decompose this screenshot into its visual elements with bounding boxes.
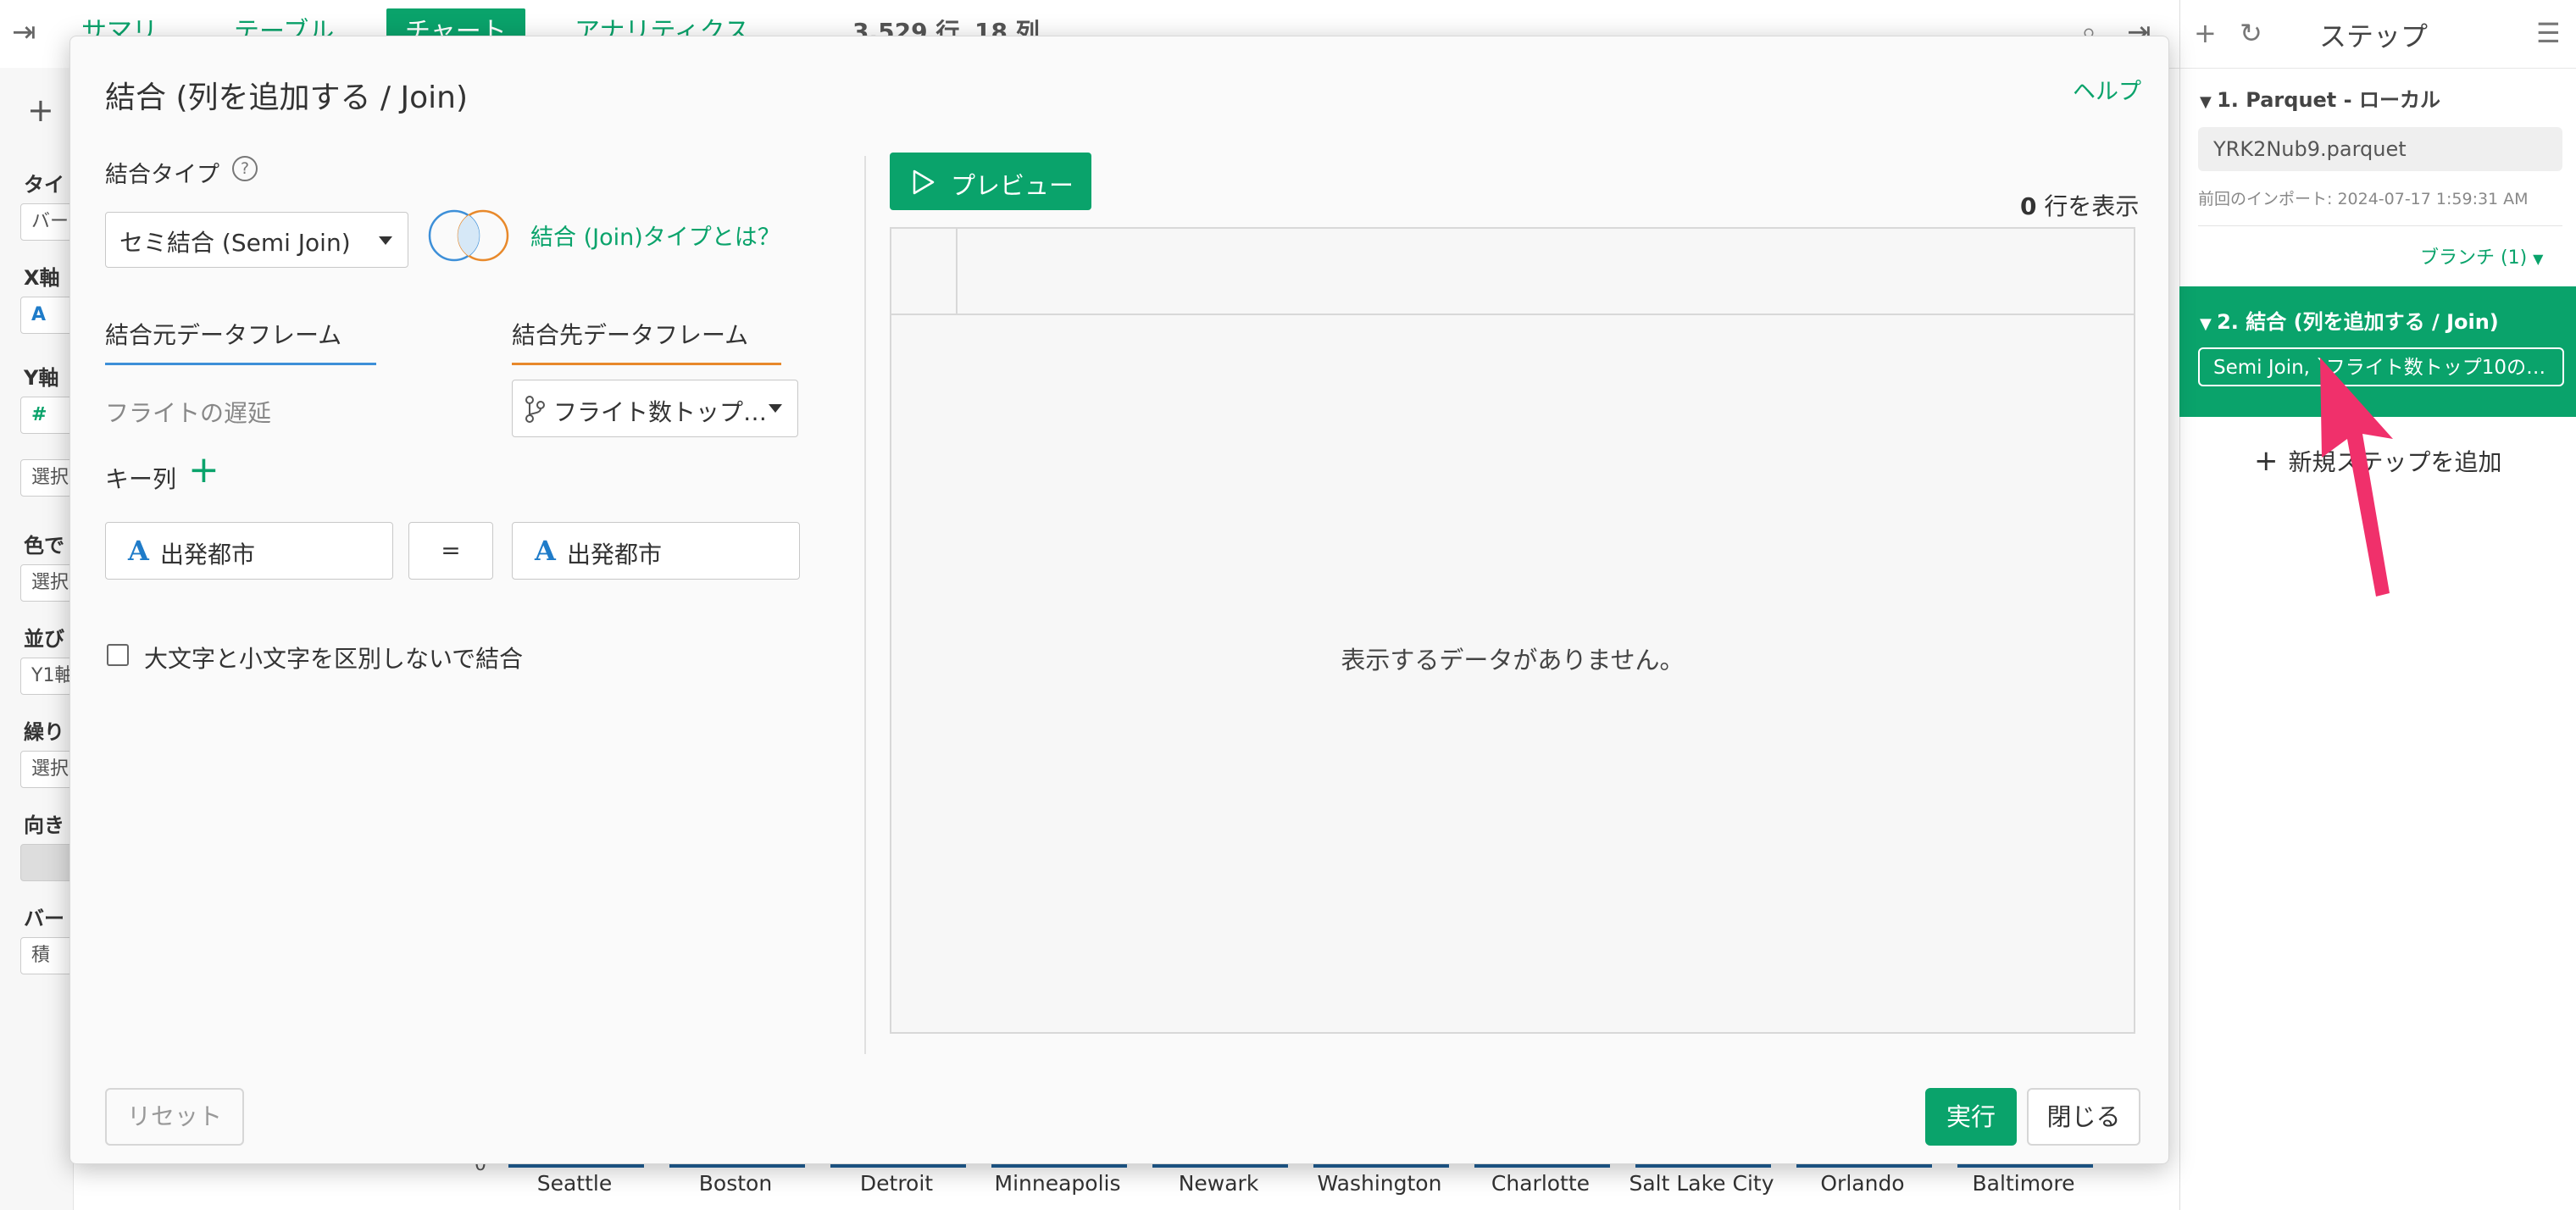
step-1-file[interactable]: YRK2Nub9.parquet: [2198, 127, 2562, 171]
table-header-divider: [956, 229, 958, 314]
branch-link[interactable]: ブランチ (1) ▼: [2420, 242, 2543, 269]
dialog-title: 結合 (列を追加する / Join): [105, 80, 469, 115]
collapse-caret-icon: ▼: [2200, 315, 2218, 333]
chevron-down-icon: [379, 236, 392, 245]
key-columns-label: キー列: [105, 465, 177, 493]
chevron-down-icon: [769, 404, 782, 413]
steps-title: ステップ: [2319, 20, 2429, 53]
settings-sliders-icon[interactable]: ☰: [2536, 17, 2561, 49]
key-operator-select[interactable]: =: [408, 522, 493, 580]
case-insensitive-checkbox[interactable]: [107, 644, 129, 666]
preview-button[interactable]: プレビュー: [890, 153, 1091, 210]
reset-button[interactable]: リセット: [105, 1088, 244, 1146]
help-question-icon[interactable]: ?: [232, 156, 258, 181]
tab-target-dataframe[interactable]: 結合先データフレーム: [512, 317, 781, 365]
join-type-label: 結合タイプ: [105, 162, 219, 188]
step-1-import-time: 前回のインポート: 2024-07-17 1:59:31 AM: [2198, 190, 2529, 208]
step-1-title[interactable]: ▼ 1. Parquet - ローカル: [2200, 83, 2440, 113]
help-link[interactable]: ヘルプ: [2073, 73, 2141, 106]
branch-label: ブランチ (1): [2420, 247, 2528, 269]
target-dataframe-select[interactable]: フライト数トップ…: [512, 380, 798, 437]
no-data-message: 表示するデータがありません。: [1341, 646, 1685, 674]
table-header-row: [891, 229, 2134, 315]
target-key-select[interactable]: A 出発都市: [512, 522, 800, 580]
preview-button-label: プレビュー: [951, 171, 1074, 200]
source-key-value: 出発都市: [160, 541, 256, 569]
branch-icon: [525, 396, 545, 423]
step-1-title-text: 1. Parquet - ローカル: [2217, 88, 2440, 112]
join-type-help-link[interactable]: 結合 (Join)タイプとは？: [530, 219, 780, 252]
divider: [2198, 225, 2562, 226]
tab-source-dataframe[interactable]: 結合元データフレーム: [105, 317, 376, 365]
annotation-arrow-icon: [2320, 358, 2393, 597]
add-key-icon[interactable]: +: [188, 449, 219, 491]
close-button[interactable]: 閉じる: [2027, 1088, 2140, 1146]
preview-table: [890, 227, 2135, 1034]
divider: [864, 156, 866, 1054]
source-key-select[interactable]: A 出発都市: [105, 522, 393, 580]
target-dataframe-value: フライト数トップ…: [553, 398, 768, 426]
plus-icon: +: [2254, 444, 2279, 478]
row-count-number: 0: [2020, 192, 2037, 220]
case-insensitive-label[interactable]: 大文字と小文字を区別しないで結合: [144, 641, 523, 674]
venn-diagram-icon: [428, 209, 509, 262]
add-step-icon[interactable]: +: [2194, 17, 2217, 49]
step-2-title-text: 2. 結合 (列を追加する / Join): [2217, 310, 2499, 334]
row-count-suffix: 行を表示: [2036, 192, 2140, 220]
string-type-icon: A: [128, 535, 149, 567]
join-type-value: セミ結合 (Semi Join): [119, 229, 351, 257]
collapse-caret-icon: ▼: [2200, 93, 2218, 111]
string-type-icon: A: [535, 535, 556, 567]
steps-header: + ↻ ステップ ☰: [2180, 0, 2576, 69]
run-button[interactable]: 実行: [1925, 1088, 2017, 1146]
play-icon: [913, 169, 935, 195]
refresh-icon[interactable]: ↻: [2240, 17, 2262, 49]
step-2-title[interactable]: ▼ 2. 結合 (列を追加する / Join): [2200, 305, 2499, 335]
source-dataframe-name: フライトの遅延: [105, 399, 272, 427]
preview-row-count: 0 行を表示: [2020, 188, 2139, 222]
chevron-down-icon: ▼: [2533, 251, 2544, 267]
target-key-value: 出発都市: [567, 541, 663, 569]
join-type-select[interactable]: セミ結合 (Semi Join): [105, 212, 408, 268]
